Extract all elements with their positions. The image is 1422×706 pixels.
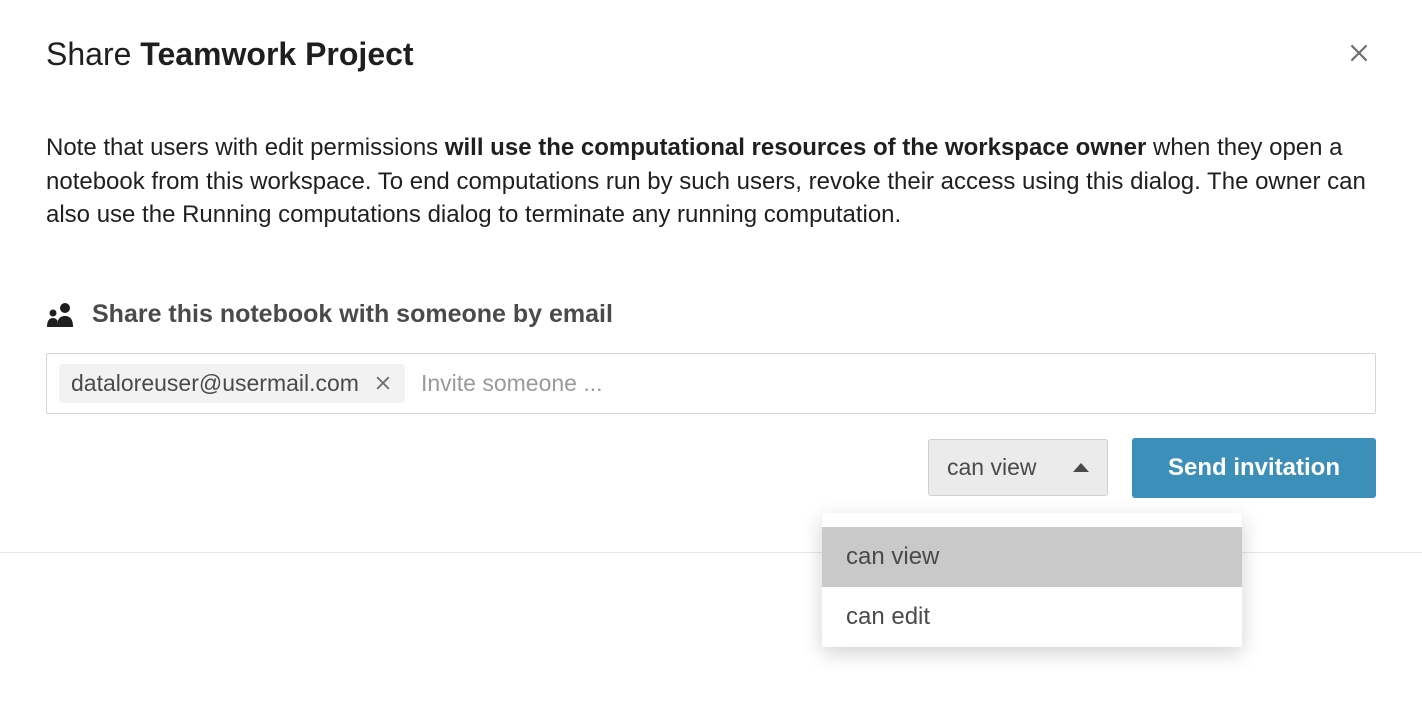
invite-email-input[interactable] [421, 370, 1363, 397]
people-icon [46, 302, 76, 327]
share-section-header: Share this notebook with someone by emai… [46, 300, 1376, 329]
share-dialog: Share Teamwork Project Note that users w… [0, 0, 1422, 498]
permission-dropdown-button[interactable]: can view [928, 439, 1108, 496]
send-invitation-button[interactable]: Send invitation [1132, 438, 1376, 498]
chip-email-text: dataloreuser@usermail.com [71, 370, 359, 397]
remove-icon [373, 373, 393, 393]
dialog-description: Note that users with edit permissions wi… [46, 131, 1376, 232]
dropdown-option-can-view[interactable]: can view [822, 527, 1242, 587]
description-part1: Note that users with edit permissions [46, 134, 445, 161]
title-prefix: Share [46, 36, 140, 72]
permission-dropdown-menu: can view can edit [822, 513, 1242, 647]
share-section-label: Share this notebook with someone by emai… [92, 300, 613, 329]
description-bold: will use the computational resources of … [445, 134, 1147, 161]
close-button[interactable] [1342, 36, 1376, 70]
close-icon [1346, 40, 1372, 66]
caret-up-icon [1073, 463, 1089, 472]
chip-remove-button[interactable] [373, 373, 393, 393]
dialog-header: Share Teamwork Project [46, 36, 1376, 73]
email-input-container[interactable]: dataloreuser@usermail.com [46, 353, 1376, 414]
actions-row: can view Send invitation can view can ed… [46, 438, 1376, 498]
permission-selected-label: can view [947, 454, 1036, 481]
email-chip: dataloreuser@usermail.com [59, 364, 405, 403]
dialog-title: Share Teamwork Project [46, 36, 414, 73]
dropdown-option-can-edit[interactable]: can edit [822, 587, 1242, 647]
title-project-name: Teamwork Project [140, 36, 413, 72]
